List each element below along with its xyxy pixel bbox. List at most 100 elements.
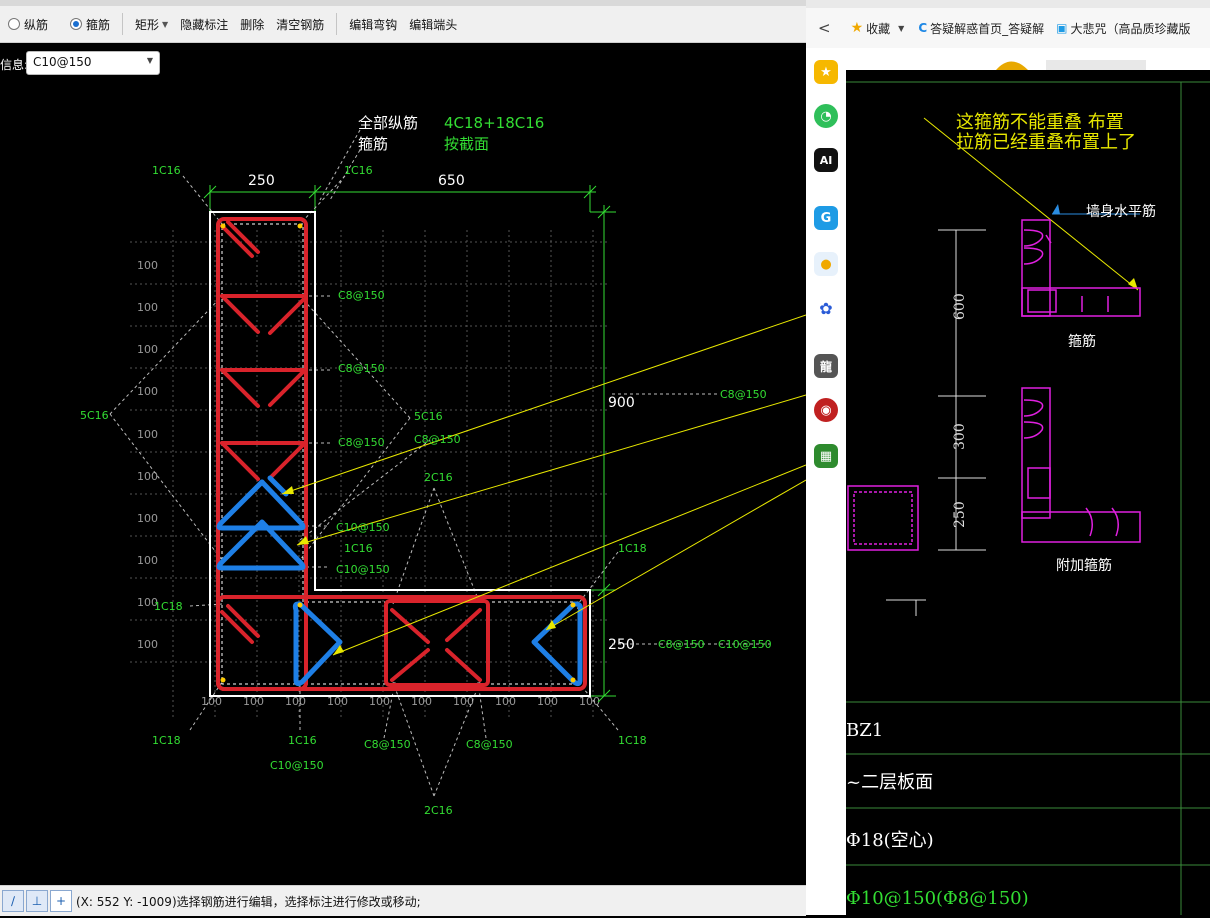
right-dimension-lines	[886, 229, 986, 616]
bookmark-1[interactable]: 答疑解惑首页_答疑解	[930, 20, 1044, 37]
dimension-label: 900	[608, 395, 635, 411]
blue-stirrups	[216, 475, 583, 687]
game-dragon-icon[interactable]: 龍	[814, 354, 838, 378]
rebar-label: 1C16	[288, 734, 317, 747]
rebar-label: C8@150	[720, 388, 767, 401]
baidu-paw-icon[interactable]: ✿	[814, 296, 838, 320]
drawing-canvas[interactable]: 100 100 100 100 100 100 100 100 100 100 …	[0, 42, 807, 885]
rebar-label: 5C16	[414, 410, 443, 423]
chevron-down-icon: ▼	[162, 19, 169, 29]
header-longitudinal-value: 4C18+18C16	[444, 114, 544, 132]
table-cell: Φ10@150(Φ8@150)	[846, 888, 1029, 909]
grid-label: 100	[137, 385, 158, 398]
edit-hook-button[interactable]: 编辑弯钩	[349, 16, 397, 33]
add-snap-icon[interactable]: +	[50, 890, 72, 912]
page-header-strip	[846, 48, 1210, 70]
annotation-note: 这箍筋不能重叠 布置	[956, 112, 1124, 133]
radio-stirrup[interactable]: 箍筋	[70, 16, 110, 33]
radio-circle-selected	[70, 18, 83, 30]
table-cell: ~二层板面	[846, 772, 933, 793]
perpendicular-snap-icon[interactable]: ⊥	[26, 890, 48, 912]
header-stirrup-label: 箍筋	[358, 135, 388, 153]
delete-button[interactable]: 删除	[240, 16, 264, 33]
grid-label: 100	[137, 554, 158, 567]
dimension-label: 650	[438, 173, 465, 189]
hide-annotation-button[interactable]: 隐藏标注	[180, 16, 228, 33]
side-dock: ★ ◔ AI G ● ✿ 龍 ◉ ▦	[806, 48, 847, 915]
red-stirrups	[216, 217, 587, 691]
favorites-button[interactable]: 收藏	[866, 20, 890, 37]
rebar-labels: 1C16 1C16 5C16 5C16 C8@150 C8@150 C8@150…	[80, 164, 772, 817]
collapse-sidebar-button[interactable]: <	[818, 19, 831, 37]
arrowhead	[1052, 204, 1060, 214]
star-icon: ★	[850, 20, 864, 36]
info-label: 信息:	[0, 58, 29, 72]
shape-menu[interactable]: 矩形 ▼	[135, 16, 168, 33]
rebar-label: 1C18	[618, 734, 647, 747]
rebar-label: 1C16	[344, 164, 373, 177]
rebar-label: C8@150	[364, 738, 411, 751]
favorites-star-icon[interactable]: ★	[814, 60, 838, 84]
app-g-icon[interactable]: G	[814, 206, 838, 230]
rebar-label: 2C16	[424, 804, 453, 817]
dimension-label: 250	[608, 637, 635, 653]
grid-label: 100	[137, 638, 158, 651]
rebar-label: 5C16	[80, 409, 109, 422]
rebar-label: C10@150	[336, 563, 390, 576]
game-green-icon[interactable]: ▦	[814, 444, 838, 468]
grid-label: 100	[137, 343, 158, 356]
rebar-label: C8@150	[338, 289, 385, 302]
grid-label: 100	[137, 512, 158, 525]
table-cell: Φ18(空心)	[846, 830, 934, 851]
toolbar-separator	[122, 13, 124, 35]
header-bar	[1046, 60, 1146, 70]
chevron-down-icon: ▼	[146, 56, 153, 65]
game-ball-icon[interactable]: ◉	[814, 398, 838, 422]
radio-longitudinal[interactable]: 纵筋	[8, 16, 48, 33]
annotation-note: 拉筋已经重叠布置上了	[956, 132, 1136, 153]
rebar-label: C8@150	[658, 638, 705, 651]
chevron-down-icon[interactable]: ▼	[898, 24, 904, 33]
ai-icon[interactable]: AI	[814, 148, 838, 172]
rebar-label: C8@150	[338, 436, 385, 449]
rebar-label: C10@150	[336, 521, 390, 534]
radio-longitudinal-label: 纵筋	[24, 17, 49, 32]
radio-stirrup-label: 箍筋	[86, 17, 111, 32]
dimension-label: 600	[952, 293, 968, 320]
info-select[interactable]: C10@150 ▼	[26, 51, 160, 75]
extra-stirrup-label: 附加箍筋	[1056, 557, 1112, 574]
edit-end-button[interactable]: 编辑端头	[409, 16, 457, 33]
rebar-label: 1C18	[152, 734, 181, 747]
header-stirrup-value: 按截面	[444, 135, 489, 153]
rebar-label: 1C16	[344, 542, 373, 555]
logo-shape	[996, 61, 1028, 70]
grid-label: 100	[137, 259, 158, 272]
yellow-arrowheads	[282, 486, 556, 655]
rebar-label: C8@150	[466, 738, 513, 751]
cad-image: 这箍筋不能重叠 布置 拉筋已经重叠布置上了 600 300 250 墙身水平筋 …	[846, 70, 1210, 915]
info-select-value: C10@150	[33, 55, 92, 69]
status-bar: ∕ ⊥ + (X: 552 Y: -1009)选择钢筋进行编辑，选择标注进行修改…	[0, 885, 806, 916]
header-longitudinal-label: 全部纵筋	[358, 114, 418, 132]
bookmark-2[interactable]: 大悲咒（高品质珍藏版	[1070, 20, 1190, 37]
bulb-icon[interactable]: ●	[814, 252, 838, 276]
toolbar: 纵筋 箍筋 矩形 ▼ 隐藏标注 删除 清空钢筋 编辑弯钩 编辑端头	[0, 6, 806, 43]
browser-window: < ★ 收藏 ▼ C 答疑解惑首页_答疑解 ▣ 大悲咒（高品质珍藏版 ★ ◔ A…	[806, 0, 1210, 915]
browser-titlebar	[806, 0, 1210, 8]
shape-menu-label: 矩形	[135, 17, 160, 32]
radio-circle	[8, 18, 20, 30]
grid-label: 100	[137, 428, 158, 441]
snap-toggle-icon[interactable]: ∕	[2, 890, 24, 912]
clock-icon[interactable]: ◔	[814, 104, 838, 128]
header-logo-svg	[996, 60, 1146, 70]
stirrup-label: 箍筋	[1068, 333, 1096, 350]
rebar-label: 1C18	[154, 600, 183, 613]
rebar-label: 1C16	[152, 164, 181, 177]
magenta-rebar-sketch	[847, 219, 1141, 551]
cad-image-svg: 这箍筋不能重叠 布置 拉筋已经重叠布置上了 600 300 250 墙身水平筋 …	[846, 81, 1210, 915]
table-cell: BZ1	[846, 720, 883, 741]
dimension-label: 300	[952, 423, 968, 450]
bilibili-icon: ▣	[1056, 21, 1068, 35]
status-text: (X: 552 Y: -1009)选择钢筋进行编辑，选择标注进行修改或移动;	[76, 894, 421, 909]
clear-rebar-button[interactable]: 清空钢筋	[276, 16, 324, 33]
